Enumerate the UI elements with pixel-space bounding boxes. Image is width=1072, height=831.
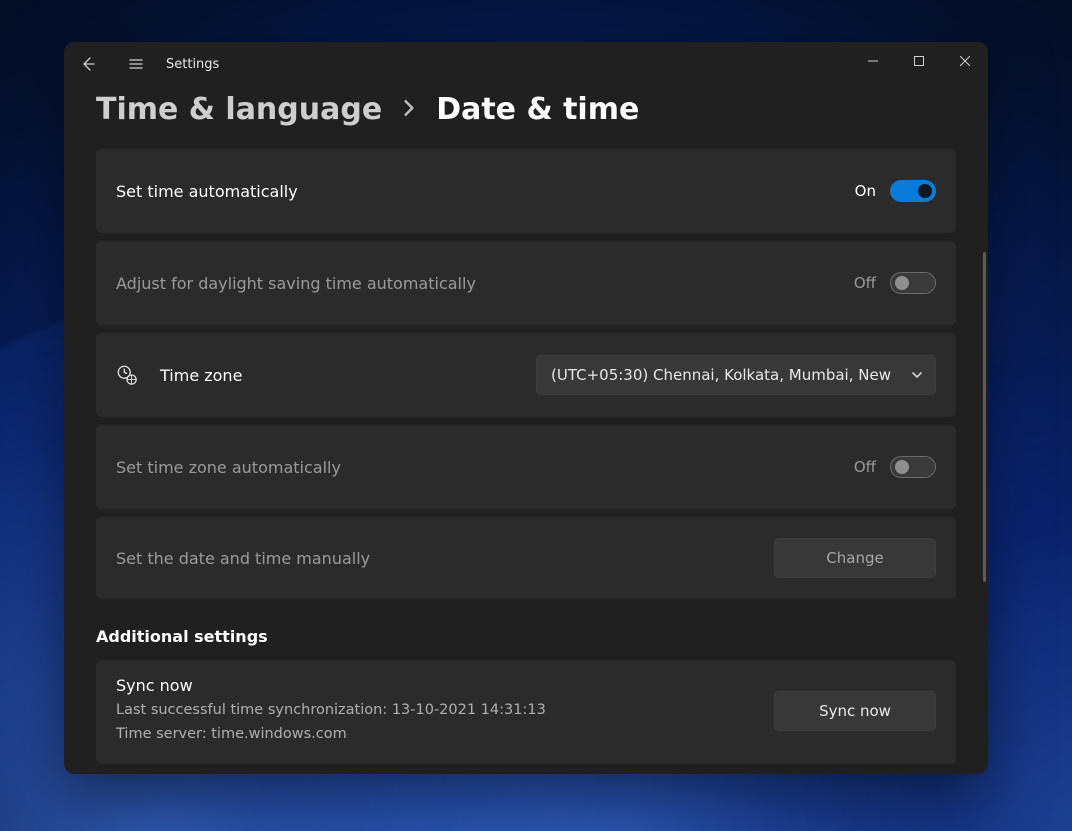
- back-button[interactable]: [64, 42, 112, 86]
- sync-time-server: Time server: time.windows.com: [116, 723, 546, 745]
- desktop-wallpaper: Settings Time & language Date & time Set…: [0, 0, 1072, 831]
- breadcrumb: Time & language Date & time: [96, 92, 956, 127]
- section-additional-settings: Additional settings: [96, 627, 956, 646]
- chevron-down-icon: [911, 366, 923, 385]
- row-time-zone: Time zone (UTC+05:30) Chennai, Kolkata, …: [96, 333, 956, 417]
- change-button[interactable]: Change: [774, 538, 936, 578]
- row-label: Set the date and time manually: [116, 549, 370, 568]
- row-label: Set time automatically: [116, 182, 298, 201]
- window-title: Settings: [166, 57, 219, 72]
- page-title: Date & time: [436, 92, 639, 127]
- close-button[interactable]: [942, 45, 988, 77]
- row-dst-automatically: Adjust for daylight saving time automati…: [96, 241, 956, 325]
- hamburger-menu-icon[interactable]: [112, 42, 160, 86]
- toggle-set-timezone-automatically[interactable]: [890, 456, 936, 478]
- sync-title: Sync now: [116, 676, 546, 695]
- sync-last-success: Last successful time synchronization: 13…: [116, 699, 546, 721]
- row-set-timezone-automatically: Set time zone automatically Off: [96, 425, 956, 509]
- minimize-button[interactable]: [850, 45, 896, 77]
- toggle-set-time-automatically[interactable]: [890, 180, 936, 202]
- row-set-date-time-manually: Set the date and time manually Change: [96, 517, 956, 599]
- scrollbar[interactable]: [983, 252, 986, 582]
- toggle-status: Off: [854, 458, 876, 476]
- timezone-select[interactable]: (UTC+05:30) Chennai, Kolkata, Mumbai, Ne…: [536, 355, 936, 395]
- sync-now-button[interactable]: Sync now: [774, 691, 936, 731]
- timezone-value: (UTC+05:30) Chennai, Kolkata, Mumbai, Ne…: [551, 366, 891, 384]
- row-label: Time zone: [160, 366, 242, 385]
- chevron-right-icon: [400, 99, 418, 121]
- toggle-status: On: [855, 182, 876, 200]
- toggle-status: Off: [854, 274, 876, 292]
- maximize-button[interactable]: [896, 45, 942, 77]
- row-sync-now: Sync now Last successful time synchroniz…: [96, 660, 956, 764]
- settings-window: Settings Time & language Date & time Set…: [64, 42, 988, 774]
- titlebar: Settings: [64, 42, 988, 86]
- row-label: Set time zone automatically: [116, 458, 341, 477]
- row-set-time-automatically: Set time automatically On: [96, 149, 956, 233]
- row-label: Adjust for daylight saving time automati…: [116, 274, 476, 293]
- content-area: Time & language Date & time Set time aut…: [64, 86, 988, 774]
- breadcrumb-parent[interactable]: Time & language: [96, 92, 382, 127]
- toggle-dst-automatically[interactable]: [890, 272, 936, 294]
- globe-clock-icon: [116, 364, 138, 386]
